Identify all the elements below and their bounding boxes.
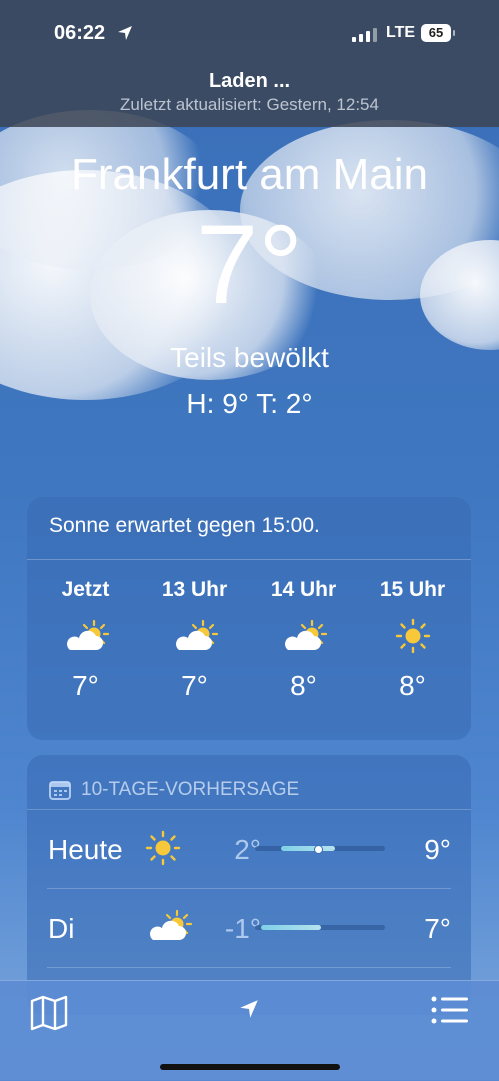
clock: 06:22 [54,22,106,44]
hour-temperature: 7° [72,670,99,701]
temperature-range-bar [255,925,385,930]
signal-icon [352,28,377,42]
forecast-row[interactable]: Di -1° 7° [47,889,451,968]
current-temp-dot [314,845,323,854]
partly-cloudy-icon [33,616,138,656]
forecast-title: 10-TAGE-VORHERSAGE [81,779,300,800]
battery-icon: 65 [421,24,455,42]
map-icon[interactable] [30,995,68,1031]
forecast-low: 2° [234,834,261,865]
ten-day-forecast-card[interactable]: 10-TAGE-VORHERSAGE Heute 2° 9° Di -1° 7° [27,755,471,1015]
forecast-high: 9° [424,834,451,865]
partly-cloudy-icon [145,909,193,948]
hour-label: 15 Uhr [379,578,446,601]
home-indicator [160,1064,340,1070]
forecast-high: 7° [424,913,451,944]
hour-item: 15 Uhr 8° [360,578,465,702]
loading-text: Laden ... [208,70,291,92]
last-updated-text: Zuletzt aktualisiert: Gestern, 12:54 [120,95,379,114]
sun-icon [360,616,465,656]
hour-item: Jetzt 7° [33,578,138,702]
hour-label: Jetzt [61,578,110,601]
hour-temperature: 8° [399,670,426,701]
forecast-low: -1° [224,913,261,944]
temperature-range-bar [255,845,385,854]
forecast-day: Di [48,913,75,944]
sun-icon [145,830,181,871]
location-arrow-icon[interactable] [239,999,259,1019]
high-low-temperature: H: 9° T: 2° [186,388,313,419]
partly-cloudy-icon [142,616,247,656]
hourly-forecast-card[interactable]: Sonne erwartet gegen 15:00. Jetzt 7° 13 … [27,497,471,740]
hour-temperature: 8° [290,670,317,701]
hour-label: 14 Uhr [270,578,337,601]
status-bar: 06:22 LTE 65 Laden ... Zuletzt aktualisi… [0,0,499,127]
city-name: Frankfurt am Main [71,150,428,199]
list-icon[interactable] [431,995,469,1025]
current-temperature: 7° [195,202,304,327]
forecast-day: Heute [48,834,123,865]
hour-item: 14 Uhr 8° [251,578,356,702]
hourly-summary: Sonne erwartet gegen 15:00. [27,497,471,560]
location-arrow-icon [118,26,132,40]
calendar-icon [49,781,71,800]
hour-label: 13 Uhr [161,578,228,601]
weather-condition: Teils bewölkt [170,342,329,373]
hour-temperature: 7° [181,670,208,701]
partly-cloudy-icon [251,616,356,656]
network-type: LTE [386,24,416,41]
hour-item: 13 Uhr 7° [142,578,247,702]
forecast-row[interactable]: Heute 2° 9° [47,810,451,889]
